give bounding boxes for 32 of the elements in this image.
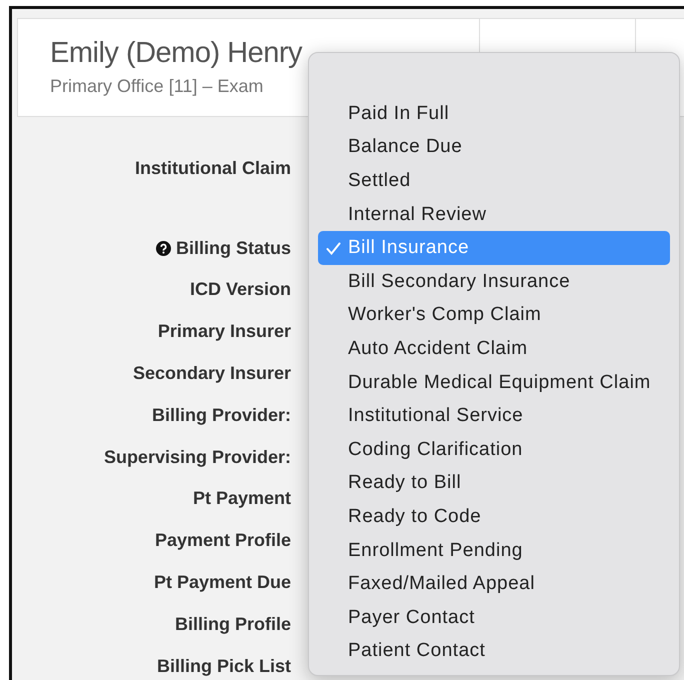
menu-item[interactable]: Paid In Full xyxy=(318,97,670,131)
menu-item[interactable]: Ready to Bill xyxy=(318,466,670,500)
field-label: Secondary Insurer xyxy=(132,363,291,384)
patient-name: Emily (Demo) Henry xyxy=(50,37,302,70)
menu-item[interactable]: Settled xyxy=(318,164,670,198)
field-label: Billing Pick List xyxy=(156,656,291,677)
menu-item[interactable]: Balance Due xyxy=(318,130,670,164)
field-label: Billing Profile xyxy=(174,614,291,635)
menu-item[interactable]: Enrollment Pending xyxy=(318,534,670,568)
field-label: Payment Profile xyxy=(154,530,291,552)
help-icon[interactable] xyxy=(156,240,171,256)
field-label: Pt Payment Due xyxy=(154,572,291,593)
field-label: Billing Status xyxy=(176,238,291,259)
menu-item[interactable]: Patient Contact xyxy=(318,634,670,668)
menu-item[interactable]: Durable Medical Equipment Claim xyxy=(318,366,670,400)
checkmark-icon xyxy=(326,242,340,255)
menu-item[interactable]: Ready to Code xyxy=(318,500,670,534)
field-label: Pt Payment xyxy=(192,488,291,510)
menu-item[interactable]: Faxed/Mailed Appeal xyxy=(318,567,670,601)
field-label: Institutional Claim xyxy=(134,158,291,179)
field-label: Primary Insurer xyxy=(158,321,291,342)
menu-item[interactable]: Auto Accident Claim xyxy=(318,332,670,366)
menu-item[interactable]: Bill Secondary Insurance xyxy=(318,264,670,299)
menu-item[interactable]: Institutional Service xyxy=(318,399,670,433)
visit-location: Primary Office [11] – Exam xyxy=(50,76,264,97)
field-label: Supervising Provider: xyxy=(104,446,291,468)
menu-item[interactable]: Internal Review xyxy=(318,198,670,232)
menu-item[interactable]: Coding Clarification xyxy=(318,432,670,467)
field-label: ICD Version xyxy=(190,279,291,300)
menu-item[interactable]: Payer Contact xyxy=(318,600,670,634)
field-label: Billing Provider: xyxy=(152,404,291,426)
menu-item[interactable]: Worker's Comp Claim xyxy=(318,298,670,332)
